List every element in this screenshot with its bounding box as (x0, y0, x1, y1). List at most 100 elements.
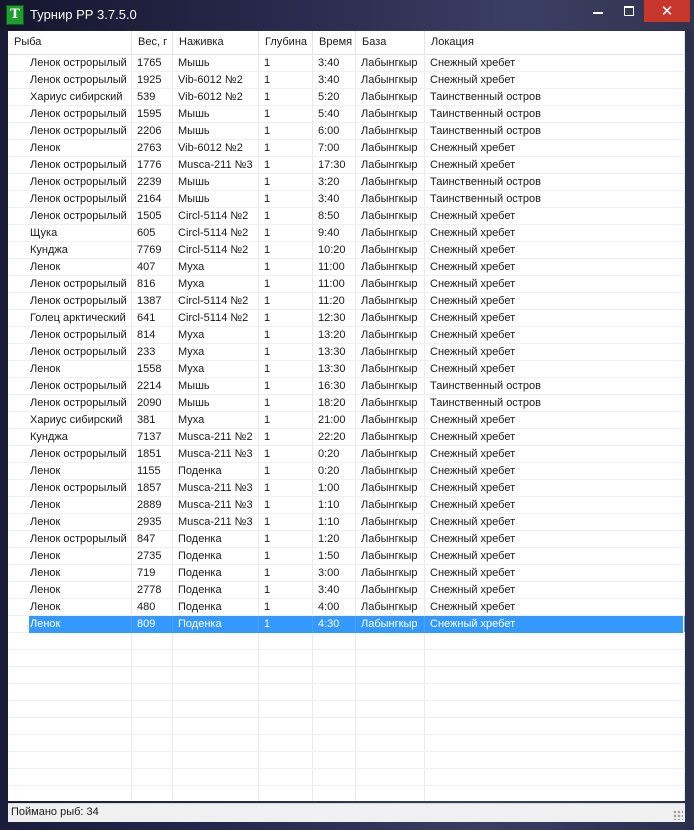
column-header-location[interactable]: Локация (425, 31, 685, 54)
cell-base: Лабынгкыр (356, 412, 425, 428)
table-row[interactable]: Ленок 1155 Поденка 1 0:20 Лабынгкыр Снежный хр… (8, 463, 685, 480)
cell-base: Лабынгкыр (356, 531, 425, 547)
table-row[interactable]: Ленок острорылый 1387 Circl-5114 №2 1 11:20 Л… (8, 293, 685, 310)
close-icon: ✕ (660, 2, 674, 20)
cell-time: 10:20 (313, 242, 356, 258)
empty-cell (425, 786, 685, 801)
table-row[interactable]: Ленок 719 Поденка 1 3:00 Лабынгкыр Снежный хре… (8, 565, 685, 582)
table-row[interactable]: Ленок острорылый 1925 Vib-6012 №2 1 3:40 Лабы… (8, 72, 685, 89)
cell-time: 22:20 (313, 429, 356, 445)
maximize-button[interactable] (614, 0, 644, 22)
empty-cell (313, 650, 356, 666)
cell-bait: Мышь (173, 174, 259, 190)
cell-fish: Голец арктический (8, 310, 132, 326)
empty-cell (313, 667, 356, 683)
table-row[interactable]: Ленок острорылый 233 Муха 1 13:30 Лабынгкыр Сн… (8, 344, 685, 361)
cell-bait: Circl-5114 №2 (173, 310, 259, 326)
cell-base: Лабынгкыр (356, 378, 425, 394)
cell-location: Снежный хребет (425, 497, 685, 513)
empty-cell (259, 633, 313, 649)
cell-bait: Musca-211 №3 (173, 497, 259, 513)
table-row[interactable]: Ленок 2763 Vib-6012 №2 1 7:00 Лабынгкыр Снежны… (8, 140, 685, 157)
table-row[interactable]: Хариус сибирский 381 Муха 1 21:00 Лабынгкыр Сн… (8, 412, 685, 429)
table-row[interactable]: Ленок 1558 Муха 1 13:30 Лабынгкыр Снежный хреб… (8, 361, 685, 378)
table-row[interactable]: Ленок острорылый 2239 Мышь 1 3:20 Лабынгкыр Та… (8, 174, 685, 191)
minimize-button[interactable] (582, 0, 614, 22)
cell-fish: Ленок (8, 616, 132, 632)
column-header-bait[interactable]: Наживка (173, 31, 259, 54)
catch-list[interactable]: Рыба Вес, г Наживка Глубина Время База Локация… (8, 31, 685, 801)
table-row[interactable]: Ленок острорылый 1595 Мышь 1 5:40 Лабынгкыр Та… (8, 106, 685, 123)
empty-cell (8, 633, 132, 649)
cell-time: 0:20 (313, 463, 356, 479)
cell-fish: Ленок острорылый (8, 208, 132, 224)
table-row[interactable]: Ленок острорылый 2206 Мышь 1 6:00 Лабынгкыр Та… (8, 123, 685, 140)
cell-fish: Ленок острорылый (8, 395, 132, 411)
table-row[interactable]: Ленок острорылый 814 Муха 1 13:20 Лабынгкыр Сн… (8, 327, 685, 344)
cell-weight: 480 (132, 599, 173, 615)
empty-cell (173, 735, 259, 751)
cell-location: Снежный хребет (425, 276, 685, 292)
table-row[interactable]: Кунджа 7137 Musca-211 №2 1 22:20 Лабынгкыр Сне… (8, 429, 685, 446)
table-row[interactable]: Ленок острорылый 2090 Мышь 1 18:20 Лабынгкыр Т… (8, 395, 685, 412)
table-row[interactable]: Ленок острорылый 1851 Musca-211 №3 1 0:20 Лаб… (8, 446, 685, 463)
cell-bait: Поденка (173, 531, 259, 547)
column-header-time[interactable]: Время (313, 31, 356, 54)
table-row[interactable]: Ленок 407 Муха 1 11:00 Лабынгкыр Снежный хребе… (8, 259, 685, 276)
empty-cell (8, 650, 132, 666)
table-row[interactable]: Ленок 2735 Поденка 1 1:50 Лабынгкыр Снежный хр… (8, 548, 685, 565)
column-header-fish[interactable]: Рыба (8, 31, 132, 54)
cell-base: Лабынгкыр (356, 208, 425, 224)
cell-location: Снежный хребет (425, 208, 685, 224)
table-row[interactable]: Ленок 2889 Musca-211 №3 1 1:10 Лабынгкыр Снежн… (8, 497, 685, 514)
table-row[interactable]: Ленок острорылый 2214 Мышь 1 16:30 Лабынгкыр Т… (8, 378, 685, 395)
cell-weight: 233 (132, 344, 173, 360)
cell-base: Лабынгкыр (356, 463, 425, 479)
cell-bait: Поденка (173, 548, 259, 564)
empty-cell (132, 701, 173, 717)
cell-weight: 2239 (132, 174, 173, 190)
cell-fish: Ленок острорылый (8, 531, 132, 547)
cell-time: 7:00 (313, 140, 356, 156)
close-button[interactable]: ✕ (644, 0, 690, 22)
column-header-weight[interactable]: Вес, г (132, 31, 173, 54)
table-row[interactable]: Ленок 480 Поденка 1 4:00 Лабынгкыр Снежный хре… (8, 599, 685, 616)
cell-fish: Ленок (8, 140, 132, 156)
table-row[interactable]: Ленок острорылый 847 Поденка 1 1:20 Лабынгкыр… (8, 531, 685, 548)
table-row[interactable]: Голец арктический 641 Circl-5114 №2 1 12:30 Л… (8, 310, 685, 327)
table-row[interactable]: Ленок 2935 Musca-211 №3 1 1:10 Лабынгкыр Снежн… (8, 514, 685, 531)
table-row[interactable]: Ленок острорылый 1765 Мышь 1 3:40 Лабынгкыр Сн… (8, 55, 685, 72)
column-header-depth[interactable]: Глубина (259, 31, 313, 54)
cell-depth: 1 (259, 548, 313, 564)
table-row[interactable]: Кунджа 7769 Circl-5114 №2 1 10:20 Лабынгкыр Сн… (8, 242, 685, 259)
cell-bait: Musca-211 №3 (173, 157, 259, 173)
column-header-base[interactable]: База (356, 31, 425, 54)
table-row[interactable]: Ленок острорылый 1776 Musca-211 №3 1 17:30 Ла… (8, 157, 685, 174)
empty-cell (132, 718, 173, 734)
cell-base: Лабынгкыр (356, 514, 425, 530)
table-row[interactable]: Ленок 809 Поденка 1 4:30 Лабынгкыр Снежный хре… (8, 616, 685, 633)
cell-weight: 1387 (132, 293, 173, 309)
empty-cell (173, 752, 259, 768)
empty-cell (425, 650, 685, 666)
table-row[interactable]: Хариус сибирский 539 Vib-6012 №2 1 5:20 Лабын… (8, 89, 685, 106)
table-row[interactable]: Ленок 2778 Поденка 1 3:40 Лабынгкыр Снежный хр… (8, 582, 685, 599)
cell-time: 1:10 (313, 497, 356, 513)
resize-grip-icon[interactable] (673, 810, 683, 820)
empty-cell (356, 752, 425, 768)
table-row[interactable]: Щука 605 Circl-5114 №2 1 9:40 Лабынгкыр Снежны… (8, 225, 685, 242)
table-row[interactable]: Ленок острорылый 1857 Musca-211 №3 1 1:00 Лаб… (8, 480, 685, 497)
table-row[interactable]: Ленок острорылый 1505 Circl-5114 №2 1 8:50 Ла… (8, 208, 685, 225)
title-bar[interactable]: T Турнир РР 3.7.5.0 ✕ (0, 0, 694, 30)
empty-cell (259, 769, 313, 785)
cell-depth: 1 (259, 616, 313, 632)
cell-base: Лабынгкыр (356, 565, 425, 581)
cell-base: Лабынгкыр (356, 191, 425, 207)
cell-bait: Муха (173, 412, 259, 428)
cell-base: Лабынгкыр (356, 429, 425, 445)
cell-base: Лабынгкыр (356, 480, 425, 496)
table-row[interactable]: Ленок острорылый 816 Муха 1 11:00 Лабынгкыр Сн… (8, 276, 685, 293)
table-row[interactable]: Ленок острорылый 2164 Мышь 1 3:40 Лабынгкыр Та… (8, 191, 685, 208)
cell-weight: 814 (132, 327, 173, 343)
cell-depth: 1 (259, 157, 313, 173)
